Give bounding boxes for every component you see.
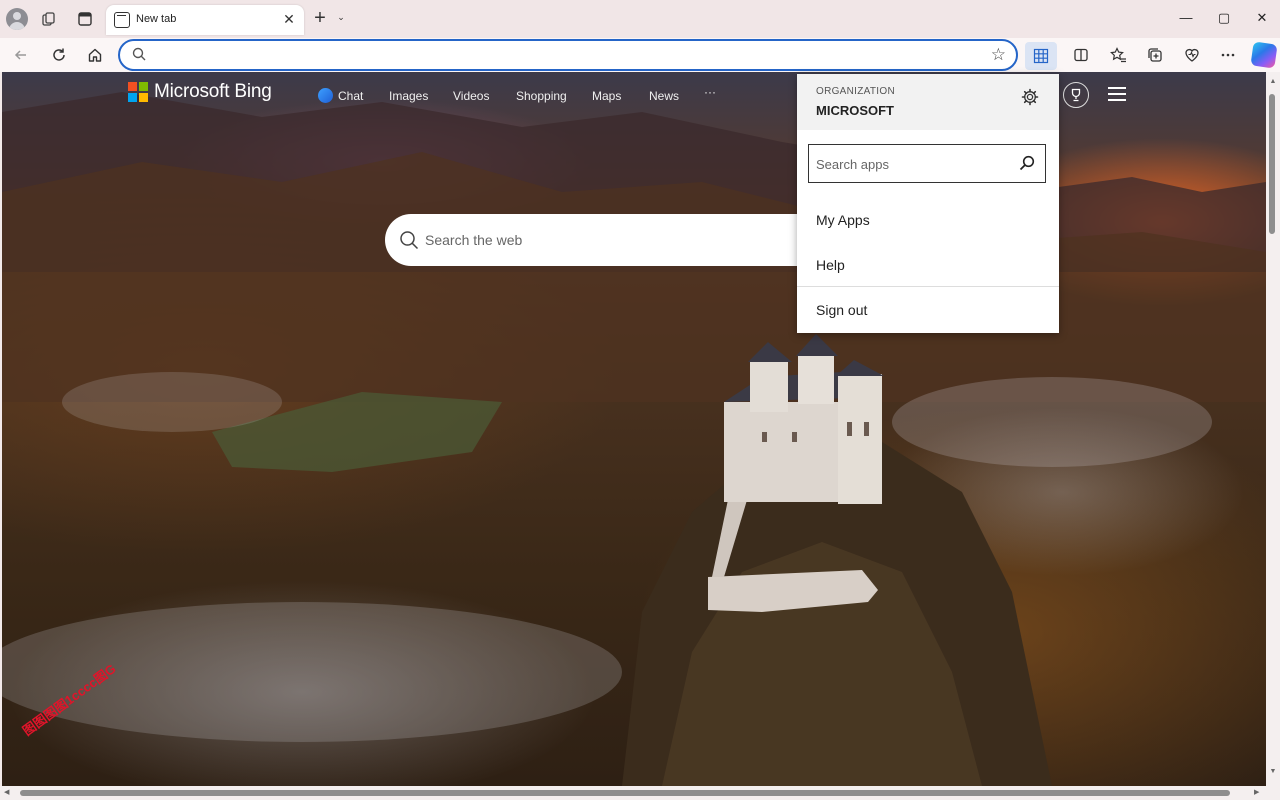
tab-new-tab[interactable]: New tab ✕ bbox=[106, 5, 304, 35]
address-input[interactable] bbox=[154, 45, 974, 65]
apps-grid-icon[interactable] bbox=[1025, 42, 1057, 70]
minimize-button[interactable]: — bbox=[1171, 6, 1201, 30]
microsoft-logo-icon[interactable] bbox=[128, 82, 148, 102]
split-screen-icon[interactable] bbox=[1068, 43, 1094, 67]
nav-chat[interactable]: Chat bbox=[338, 89, 363, 103]
address-bar[interactable]: ☆ bbox=[118, 39, 1018, 71]
vertical-scrollbar[interactable]: ▲ ▼ bbox=[1266, 72, 1280, 786]
maximize-button[interactable]: ▢ bbox=[1209, 6, 1239, 30]
new-tab-button[interactable]: + bbox=[310, 8, 330, 28]
organization-name: MICROSOFT bbox=[816, 103, 894, 118]
apps-panel-header: ORGANIZATION MICROSOFT bbox=[797, 74, 1059, 130]
background-castle-landscape-image bbox=[2, 72, 1266, 786]
nav-more[interactable]: ··· bbox=[704, 85, 716, 99]
tab-list-chevron-icon[interactable]: ⌄ bbox=[334, 10, 348, 24]
vertical-scroll-thumb[interactable] bbox=[1269, 94, 1275, 234]
new-tab-favicon-icon bbox=[114, 12, 130, 28]
workspaces-icon[interactable] bbox=[38, 8, 60, 30]
nav-shopping[interactable]: Shopping bbox=[516, 89, 567, 103]
bing-brand[interactable]: Microsoft Bing bbox=[154, 81, 272, 103]
tab-actions-icon[interactable] bbox=[74, 8, 96, 30]
close-window-button[interactable]: ✕ bbox=[1247, 6, 1277, 30]
menu-item-my-apps[interactable]: My Apps bbox=[816, 212, 870, 228]
scroll-up-arrow-icon[interactable]: ▲ bbox=[1268, 78, 1278, 85]
scroll-left-arrow-icon[interactable]: ◀ bbox=[4, 788, 9, 796]
back-icon[interactable] bbox=[8, 43, 34, 67]
copilot-chat-icon bbox=[318, 88, 333, 103]
home-icon[interactable] bbox=[82, 43, 108, 67]
collections-icon[interactable] bbox=[1142, 43, 1168, 67]
nav-maps[interactable]: Maps bbox=[592, 89, 621, 103]
nav-images[interactable]: Images bbox=[389, 89, 428, 103]
horizontal-scrollbar[interactable]: ◀ ▶ bbox=[0, 786, 1280, 800]
refresh-icon[interactable] bbox=[46, 43, 72, 67]
search-apps-field[interactable] bbox=[808, 144, 1046, 183]
rewards-trophy-icon[interactable] bbox=[1063, 82, 1089, 108]
more-icon[interactable] bbox=[1215, 43, 1241, 67]
favorite-star-icon[interactable]: ☆ bbox=[991, 45, 1006, 65]
close-tab-icon[interactable]: ✕ bbox=[280, 10, 298, 28]
favorites-icon[interactable] bbox=[1105, 43, 1131, 67]
menu-divider bbox=[797, 286, 1059, 287]
scroll-right-arrow-icon[interactable]: ▶ bbox=[1254, 788, 1259, 796]
tab-strip: New tab ✕ + ⌄ — ▢ ✕ bbox=[0, 0, 1280, 38]
menu-item-help[interactable]: Help bbox=[816, 257, 845, 273]
profile-avatar-icon[interactable] bbox=[6, 8, 28, 30]
search-icon bbox=[399, 230, 419, 250]
nav-videos[interactable]: Videos bbox=[453, 89, 489, 103]
browser-essentials-icon[interactable] bbox=[1179, 43, 1205, 67]
horizontal-scroll-thumb[interactable] bbox=[20, 790, 1230, 796]
bing-homepage: Microsoft Bing Chat Images Videos Shoppi… bbox=[2, 72, 1266, 786]
nav-news[interactable]: News bbox=[649, 89, 679, 103]
address-search-icon bbox=[132, 47, 146, 61]
browser-toolbar: ☆ bbox=[0, 38, 1280, 72]
copilot-icon[interactable] bbox=[1250, 41, 1277, 68]
tab-title: New tab bbox=[136, 13, 176, 25]
bing-search-box[interactable] bbox=[385, 214, 815, 266]
search-apps-icon[interactable] bbox=[1019, 155, 1035, 171]
organization-label: ORGANIZATION bbox=[816, 86, 895, 97]
bing-search-input[interactable] bbox=[425, 230, 785, 250]
scroll-down-arrow-icon[interactable]: ▼ bbox=[1268, 768, 1278, 775]
organization-apps-panel: ORGANIZATION MICROSOFT My Apps Help Sign… bbox=[797, 74, 1059, 333]
menu-item-sign-out[interactable]: Sign out bbox=[816, 302, 867, 318]
settings-gear-icon[interactable] bbox=[1021, 88, 1039, 106]
hamburger-menu-icon[interactable] bbox=[1108, 87, 1126, 101]
search-apps-input[interactable] bbox=[816, 155, 1006, 173]
